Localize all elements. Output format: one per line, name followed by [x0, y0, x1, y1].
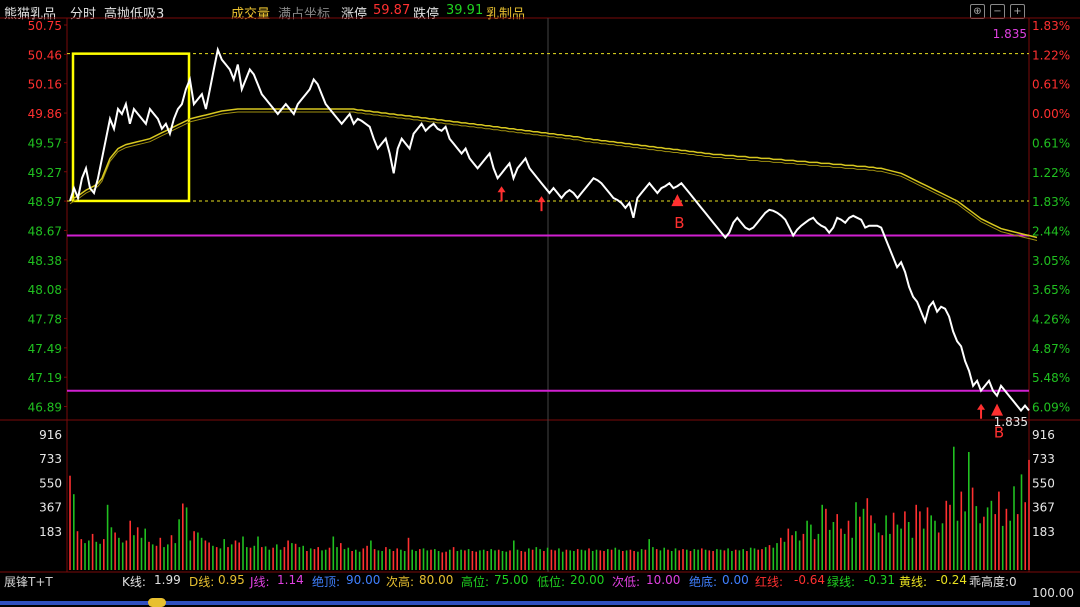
percent-axis: 1.83% 1.22% 0.61% 0.00% 0.61% 1.22% 1.83% 2.44%…: [1032, 19, 1070, 415]
indicator-name[interactable]: 展锋T+T: [4, 573, 53, 590]
buy-triangle-icon: [991, 403, 1004, 416]
price-tick-label: 49.57: [28, 136, 62, 150]
price-axis: 50.75 50.46 50.16 49.86 49.57 49.27 48.97 48.67…: [28, 19, 67, 415]
indicator-bar: 展锋T+T K线: 1.99 D线: 0.95 J线: 1.14 绝顶: 90.…: [0, 573, 1080, 600]
yellow-line-label: 黄线:: [899, 575, 928, 589]
up-arrow-head-icon: [537, 196, 546, 203]
percent-tick-label: 1.83%: [1032, 195, 1070, 209]
percent-tick-label: 2.44%: [1032, 224, 1070, 238]
price-tick-label: 47.19: [28, 371, 62, 385]
top-value: 90.00: [346, 573, 381, 587]
j-line-label: J线:: [250, 575, 270, 589]
price-tick-label: 49.27: [28, 166, 62, 180]
k-line-label: K线:: [122, 575, 146, 589]
price-tick-label: 48.67: [28, 224, 62, 238]
sub-high-value: 80.00: [419, 573, 454, 587]
volume-axis-left: 916 733 550 367 183: [39, 428, 62, 539]
percent-tick-label: 4.26%: [1032, 313, 1070, 327]
volume-tick-label: 550: [1032, 476, 1055, 490]
percent-tick-label: 6.09%: [1032, 401, 1070, 415]
volume-tick-label: 733: [39, 452, 62, 466]
volume-tick-label: 183: [39, 525, 62, 539]
price-tick-label: 50.46: [28, 48, 62, 62]
red-line-label: 红线:: [755, 575, 784, 589]
volume-tick-label: 367: [39, 501, 62, 515]
price-tick-label: 48.38: [28, 254, 62, 268]
buy-signal-label: B: [674, 214, 684, 232]
price-tick-label: 47.78: [28, 313, 62, 327]
high-label: 高位:: [461, 575, 490, 589]
percent-tick-label: 1.22%: [1032, 166, 1070, 180]
volume-axis-right: 916 733 550 367 183: [1032, 428, 1055, 539]
percent-tick-label: 0.61%: [1032, 136, 1070, 150]
intraday-chart[interactable]: 50.75 50.46 50.16 49.86 49.57 49.27 48.97 48.67…: [0, 0, 1080, 607]
percent-tick-label: 0.61%: [1032, 78, 1070, 92]
percent-tick-label: 3.05%: [1032, 254, 1070, 268]
bottom-label: 绝底:: [689, 575, 718, 589]
scroll-thumb[interactable]: [148, 598, 166, 607]
grid-lines: [0, 17, 1080, 573]
volume-tick-label: 916: [1032, 428, 1055, 442]
price-tick-label: 49.86: [28, 107, 62, 121]
yellow-line-value: -0.24: [936, 573, 968, 587]
d-line-label: D线:: [189, 575, 215, 589]
top-right-value: 1.835: [993, 27, 1027, 41]
volume-bars: [69, 446, 1030, 570]
green-line-label: 绿线:: [827, 575, 856, 589]
d-line-value: 0.95: [218, 573, 245, 587]
extra-label: 乖高度:0: [969, 575, 1017, 589]
price-tick-label: 48.97: [28, 195, 62, 209]
price-line: [69, 46, 1030, 413]
price-tick-label: 47.49: [28, 342, 62, 356]
signal-markers: BB: [497, 186, 1004, 442]
volume-tick-label: 916: [39, 428, 62, 442]
up-arrow-head-icon: [497, 186, 506, 193]
price-tick-label: 50.16: [28, 78, 62, 92]
price-tick-label: 48.08: [28, 283, 62, 297]
average-price-line: [69, 108, 1038, 239]
average-price-line-shadow: [69, 111, 1038, 241]
sub-low-label: 次低:: [612, 575, 641, 589]
price-tick-label: 50.75: [28, 19, 62, 33]
bottom-value: 0.00: [722, 573, 749, 587]
percent-tick-label: 1.83%: [1032, 19, 1070, 33]
volume-tick-label: 183: [1032, 525, 1055, 539]
percent-tick-label: 0.00%: [1032, 107, 1070, 121]
percent-tick-label: 5.48%: [1032, 371, 1070, 385]
k-line-value: 1.99: [154, 573, 181, 587]
low-value: 20.00: [570, 573, 605, 587]
percent-tick-label: 3.65%: [1032, 283, 1070, 297]
sub-high-label: 次高:: [386, 575, 415, 589]
up-arrow-head-icon: [977, 403, 986, 410]
volume-tick-label: 367: [1032, 501, 1055, 515]
percent-tick-label: 1.22%: [1032, 48, 1070, 62]
volume-tick-label: 550: [39, 476, 62, 490]
top-label: 绝顶:: [312, 575, 341, 589]
sub-low-value: 10.00: [646, 573, 681, 587]
last-price-value: 1.835: [994, 415, 1028, 429]
green-line-value: -0.31: [864, 573, 896, 587]
right-scale: 100.00: [1032, 586, 1074, 600]
low-label: 低位:: [537, 575, 566, 589]
j-line-value: 1.14: [277, 573, 304, 587]
red-line-value: -0.64: [794, 573, 826, 587]
percent-tick-label: 4.87%: [1032, 342, 1070, 356]
buy-triangle-icon: [671, 194, 684, 207]
volume-tick-label: 733: [1032, 452, 1055, 466]
high-value: 75.00: [494, 573, 529, 587]
price-tick-label: 46.89: [28, 401, 62, 415]
